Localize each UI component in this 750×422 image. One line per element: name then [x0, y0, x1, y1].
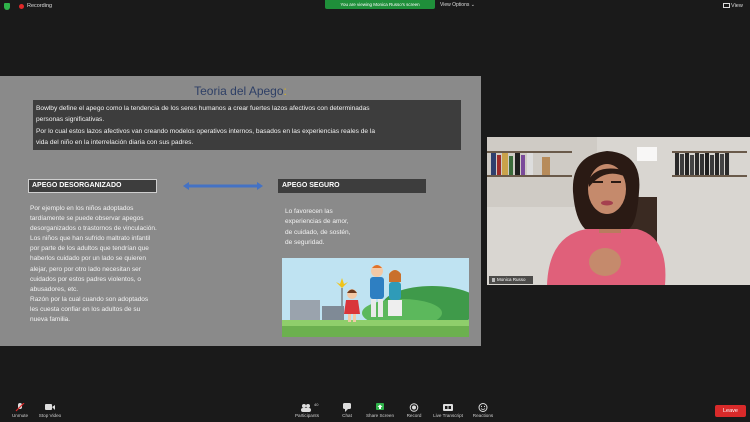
video-camera-icon: [45, 404, 55, 410]
intro-line: Bowlby define el apego como la tendencia…: [36, 105, 370, 112]
participants-count: 40: [314, 402, 319, 407]
mic-muted-icon: [492, 277, 495, 282]
participants-label: Participants: [294, 413, 319, 418]
apego-seguro-text: Lo favorecen las experiencias de amor, d…: [285, 208, 351, 246]
participant-video[interactable]: [487, 137, 750, 285]
stop-video-button[interactable]: Stop Video: [30, 403, 70, 420]
live-transcript-label: Live Transcript: [433, 413, 463, 418]
stop-video-label: Stop Video: [38, 413, 62, 418]
intro-text: Bowlby define el apego como la tendencia…: [36, 103, 461, 148]
apego-desorganizado-header: APEGO DESORGANIZADO: [28, 179, 157, 193]
double-arrow-icon: [183, 182, 263, 190]
chevron-down-icon: ⌄: [470, 2, 475, 8]
participants-button[interactable]: 40 Participants: [287, 402, 327, 420]
closed-caption-icon: [443, 404, 453, 411]
intro-line: Por lo cual estos lazos afectivos van cr…: [36, 127, 376, 135]
slide-title: Teoria del Apego:: [0, 84, 481, 98]
view-options-label: View Options: [440, 2, 470, 8]
shared-slide: Teoria del Apego: Bowlby define el apego…: [0, 76, 481, 346]
view-icon: [723, 3, 730, 9]
record-icon: [409, 403, 419, 412]
apego-desorganizado-text: Por ejemplo en los niños adoptados tardí…: [30, 205, 157, 324]
view-label: View: [731, 3, 743, 9]
slide-title-colon: :: [283, 84, 287, 98]
leave-button[interactable]: Leave: [715, 405, 746, 417]
participant-name: Monica Russo: [497, 277, 526, 282]
apego-seguro-header: APEGO SEGURO: [278, 179, 426, 193]
intro-line: vida del niño en la interrelación diaria…: [36, 138, 194, 146]
reactions-button[interactable]: Reactions: [463, 403, 503, 420]
view-button[interactable]: View: [723, 2, 743, 11]
viewing-banner: You are viewing Monica Russo's screen: [325, 0, 435, 9]
smiley-icon: [478, 403, 488, 412]
participant-name-tag: Monica Russo: [489, 276, 533, 284]
participant-video-frame: [487, 137, 750, 285]
view-options-button[interactable]: View Options ⌄: [440, 1, 475, 9]
shield-icon[interactable]: [4, 3, 10, 10]
recording-label[interactable]: Recording: [27, 2, 52, 11]
family-illustration: [282, 258, 469, 337]
intro-line: personas significativas.: [36, 116, 105, 124]
recording-icon: [19, 4, 24, 9]
microphone-muted-icon: [15, 403, 25, 412]
live-transcript-button[interactable]: Live Transcript: [428, 403, 468, 420]
reactions-label: Reactions: [472, 413, 494, 418]
slide-title-text: Teoria del Apego: [194, 84, 284, 98]
chat-icon: [343, 403, 351, 412]
share-screen-icon: [376, 403, 384, 410]
